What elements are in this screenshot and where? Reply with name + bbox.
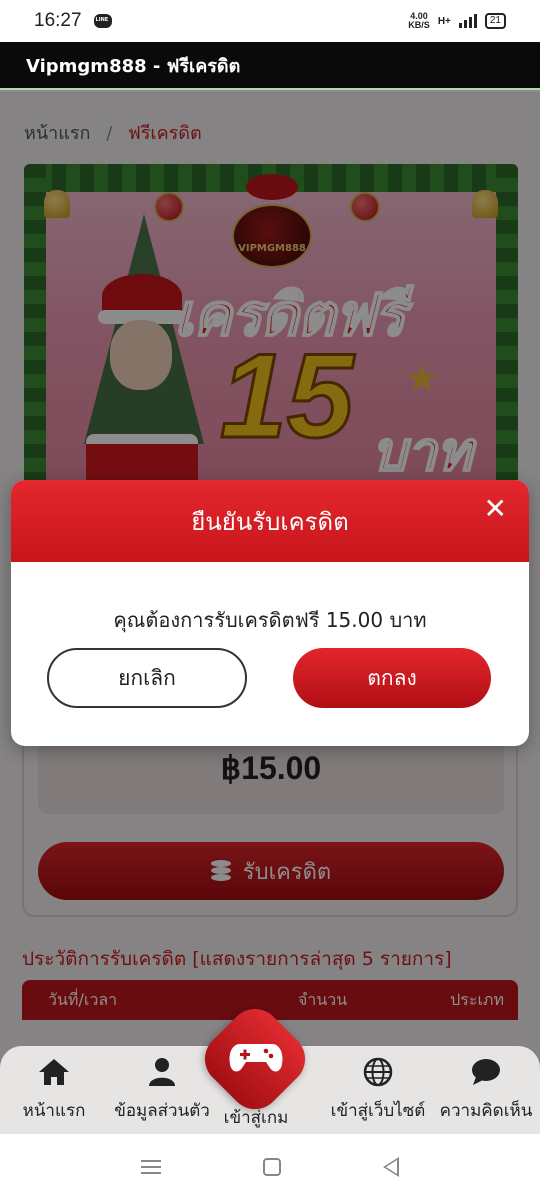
status-bar: 16:27 4.00 KB/S H+ 21: [0, 0, 540, 42]
back-icon[interactable]: [383, 1157, 399, 1177]
close-icon[interactable]: ✕: [484, 492, 507, 525]
confirm-credit-dialog: ยืนยันรับเครดิต ✕ คุณต้องการรับเครดิตฟรี…: [11, 480, 529, 746]
recent-apps-icon[interactable]: [141, 1156, 161, 1178]
dialog-title: ยืนยันรับเครดิต: [191, 507, 349, 536]
network-speed: 4.00 KB/S: [408, 11, 430, 30]
home-button-icon[interactable]: [263, 1158, 281, 1176]
network-type: H+: [437, 15, 451, 27]
page-title-bar: Vipmgm888 - ฟรีเครดิต: [0, 42, 540, 90]
page-title: Vipmgm888 - ฟรีเครดิต: [26, 55, 241, 77]
status-indicators: 4.00 KB/S H+ 21: [408, 12, 506, 30]
signal-icon: [458, 14, 477, 28]
confirm-button[interactable]: ตกลง: [293, 648, 491, 708]
line-app-icon: [93, 14, 112, 28]
system-nav-bar: [0, 1134, 540, 1200]
dialog-message: คุณต้องการรับเครดิตฟรี 15.00 บาท: [113, 608, 427, 632]
dialog-header: ยืนยันรับเครดิต ✕: [11, 480, 529, 562]
dialog-actions: ยกเลิก ตกลง: [47, 648, 491, 708]
cancel-button[interactable]: ยกเลิก: [47, 648, 247, 708]
battery-icon: 21: [484, 13, 506, 29]
clock: 16:27: [34, 10, 82, 31]
